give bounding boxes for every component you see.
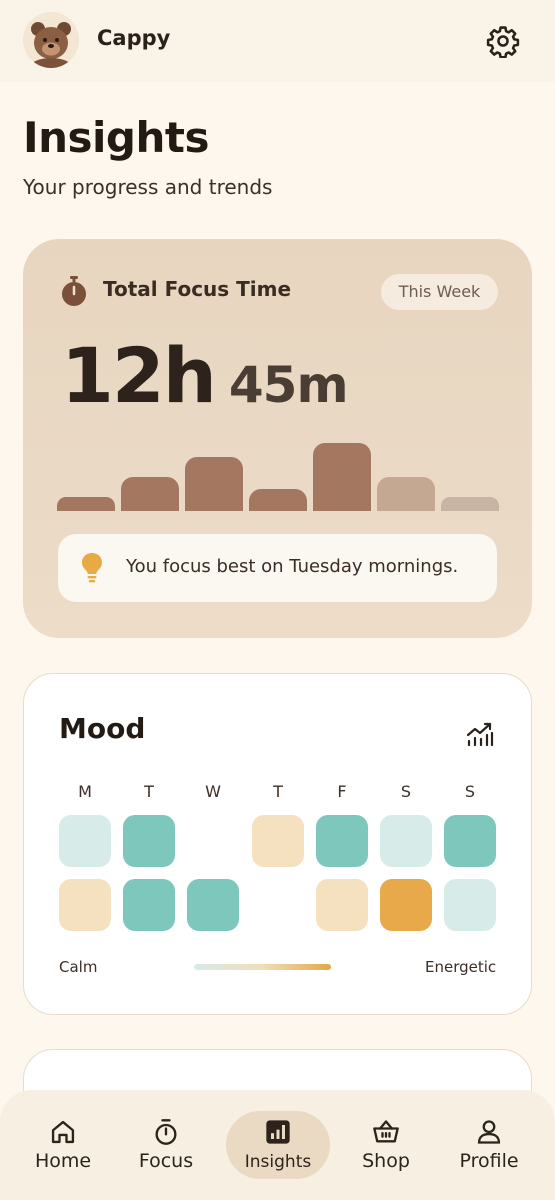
period-selector[interactable]: This Week bbox=[381, 274, 498, 310]
top-bar: Cappy bbox=[0, 0, 555, 82]
mood-day-label: S bbox=[400, 782, 412, 801]
mood-cell[interactable] bbox=[59, 815, 111, 867]
nav-insights[interactable]: Insights bbox=[223, 1090, 333, 1200]
mood-day-label: T bbox=[273, 782, 283, 801]
chart-icon bbox=[266, 1120, 290, 1144]
focus-bar-day-2 bbox=[121, 477, 179, 511]
page-subtitle: Your progress and trends bbox=[23, 175, 273, 199]
focus-bar-day-7 bbox=[441, 497, 499, 511]
hours-value: 12h bbox=[61, 331, 217, 420]
focus-bar-day-6 bbox=[377, 477, 435, 511]
trend-chart-icon[interactable] bbox=[465, 720, 495, 748]
nav-focus[interactable]: Focus bbox=[111, 1090, 221, 1200]
nav-profile-label: Profile bbox=[459, 1150, 519, 1172]
gear-icon[interactable] bbox=[486, 24, 520, 58]
mood-cell[interactable] bbox=[444, 815, 496, 867]
person-icon bbox=[477, 1120, 501, 1144]
mood-scale-gradient bbox=[194, 964, 331, 970]
nav-insights-label: Insights bbox=[244, 1152, 312, 1172]
nav-shop-label: Shop bbox=[362, 1150, 410, 1172]
mood-cell[interactable] bbox=[316, 879, 368, 931]
basket-icon bbox=[373, 1120, 399, 1143]
focus-bar-day-4 bbox=[249, 489, 307, 511]
focus-bar-day-5 bbox=[313, 443, 371, 511]
mood-cell[interactable] bbox=[187, 879, 239, 931]
insight-banner: You focus best on Tuesday mornings. bbox=[58, 534, 497, 602]
bear-avatar-icon[interactable] bbox=[23, 12, 79, 68]
nav-home-label: Home bbox=[34, 1150, 92, 1172]
stopwatch-icon bbox=[155, 1119, 177, 1145]
stopwatch-icon bbox=[62, 276, 86, 306]
focus-time-card: Total Focus Time This Week 12h 45m You fo… bbox=[23, 239, 532, 638]
scale-energetic-label: Energetic bbox=[425, 958, 497, 976]
scale-calm-label: Calm bbox=[59, 958, 98, 976]
total-focus-value: 12h 45m bbox=[61, 331, 349, 420]
focus-bar-day-3 bbox=[185, 457, 243, 511]
lightbulb-icon bbox=[82, 553, 102, 583]
mood-cell[interactable] bbox=[252, 815, 304, 867]
mood-day-label: T bbox=[144, 782, 154, 801]
home-icon bbox=[51, 1120, 75, 1144]
weekly-focus-bars bbox=[57, 429, 499, 511]
bottom-navigation: Home Focus Insights Shop Profile bbox=[0, 1090, 555, 1200]
mood-cell[interactable] bbox=[444, 879, 496, 931]
app-name: Cappy bbox=[97, 26, 171, 50]
minutes-value: 45m bbox=[228, 356, 349, 414]
mood-cell[interactable] bbox=[380, 815, 432, 867]
nav-shop[interactable]: Shop bbox=[331, 1090, 441, 1200]
mood-cell[interactable] bbox=[380, 879, 432, 931]
mood-cell[interactable] bbox=[123, 815, 175, 867]
focus-label: Total Focus Time bbox=[103, 277, 292, 301]
mood-cell[interactable] bbox=[123, 879, 175, 931]
mood-cell[interactable] bbox=[316, 815, 368, 867]
focus-bar-day-1 bbox=[57, 497, 115, 511]
mood-day-label: S bbox=[464, 782, 476, 801]
mood-title: Mood bbox=[59, 712, 146, 745]
nav-focus-label: Focus bbox=[138, 1150, 194, 1172]
mood-cell[interactable] bbox=[59, 879, 111, 931]
mood-card: Mood M T W T F S S Calm Energetic bbox=[23, 673, 532, 1015]
insight-text: You focus best on Tuesday mornings. bbox=[126, 556, 459, 577]
mood-day-label: M bbox=[78, 782, 92, 801]
page-title: Insights bbox=[23, 113, 209, 162]
mood-day-label: W bbox=[205, 782, 221, 801]
nav-home[interactable]: Home bbox=[8, 1090, 118, 1200]
nav-profile[interactable]: Profile bbox=[434, 1090, 544, 1200]
mood-day-label: F bbox=[337, 782, 347, 801]
